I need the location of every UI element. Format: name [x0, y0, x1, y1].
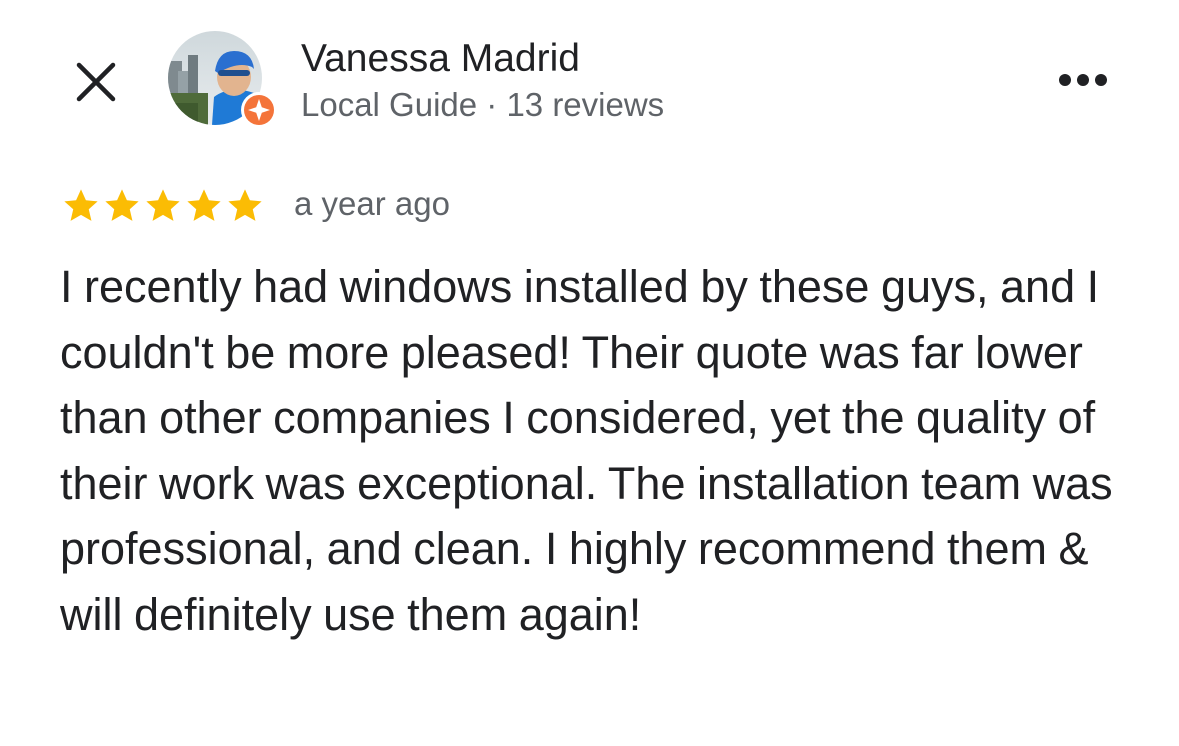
review-text: I recently had windows installed by thes…: [60, 261, 1113, 640]
reviewer-meta: Local Guide · 13 reviews: [301, 86, 665, 123]
star-rating: [62, 184, 264, 226]
review-time: a year ago: [294, 185, 450, 222]
local-guide-badge-icon: [241, 92, 277, 128]
more-options-button[interactable]: [1052, 60, 1114, 100]
star-icon: [64, 189, 98, 221]
close-icon: [76, 62, 116, 102]
star-icon: [228, 189, 262, 221]
star-icon: [187, 189, 221, 221]
star-icon: [146, 189, 180, 221]
more-options-icon: [1059, 74, 1107, 86]
close-button[interactable]: [70, 56, 122, 108]
reviewer-avatar-container[interactable]: [168, 31, 280, 131]
star-icon: [105, 189, 139, 221]
reviewer-name[interactable]: Vanessa Madrid: [301, 36, 580, 82]
